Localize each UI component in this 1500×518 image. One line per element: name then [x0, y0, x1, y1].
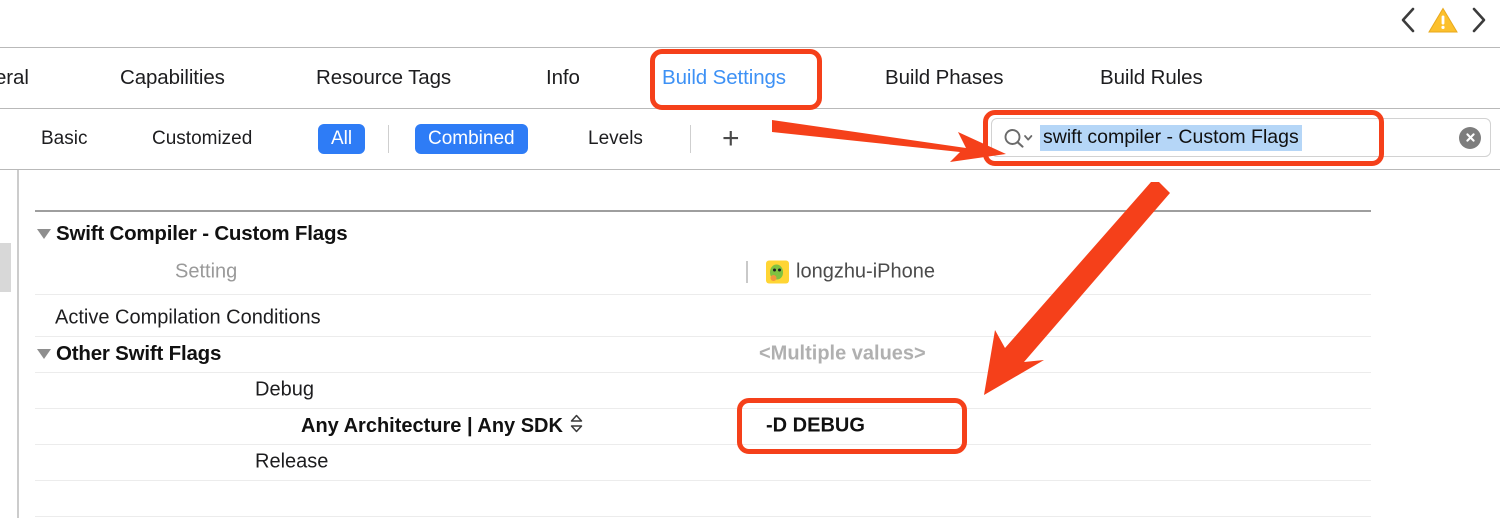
setting-name: Debug: [255, 378, 314, 401]
build-settings-table: Swift Compiler - Custom Flags Setting lo…: [19, 170, 1500, 518]
window-top-bar: [0, 0, 1500, 47]
column-header-setting: Setting: [175, 260, 238, 283]
architecture-sdk-label: Any Architecture | Any SDK: [301, 415, 563, 437]
setting-name: Other Swift Flags: [56, 342, 222, 365]
table-row[interactable]: Other Swift Flags <Multiple values>: [19, 336, 1500, 372]
filter-divider-2: [690, 125, 691, 153]
vertical-scrollbar-thumb[interactable]: [0, 243, 11, 292]
tab-info[interactable]: Info: [546, 66, 580, 90]
disclosure-triangle-icon[interactable]: [37, 349, 51, 359]
filter-basic[interactable]: Basic: [41, 128, 87, 150]
app-icon: [766, 260, 789, 284]
disclosure-triangle-icon[interactable]: [37, 229, 51, 239]
row-separator: [35, 480, 1371, 481]
setting-name: Release: [255, 450, 329, 473]
project-editor-tab-bar: eral Capabilities Resource Tags Info Bui…: [0, 47, 1500, 109]
filter-levels[interactable]: Levels: [588, 128, 643, 150]
row-separator: [35, 294, 1371, 295]
filter-combined[interactable]: Combined: [415, 124, 528, 154]
table-row[interactable]: Active Compilation Conditions: [19, 300, 1500, 336]
tab-general[interactable]: eral: [0, 66, 29, 90]
tab-build-settings[interactable]: Build Settings: [662, 66, 786, 90]
chevron-right-icon[interactable]: [1468, 3, 1490, 37]
table-top-rule: [35, 210, 1371, 212]
tab-capabilities[interactable]: Capabilities: [120, 66, 225, 90]
clear-search-icon[interactable]: [1459, 126, 1481, 149]
tab-build-rules[interactable]: Build Rules: [1100, 66, 1203, 90]
up-down-stepper-icon[interactable]: [570, 414, 583, 438]
xcode-build-settings-screen: eral Capabilities Resource Tags Info Bui…: [0, 0, 1500, 518]
setting-value[interactable]: <Multiple values>: [759, 343, 926, 366]
row-separator: [35, 516, 1371, 517]
build-settings-search-field[interactable]: swift compiler - Custom Flags: [991, 118, 1491, 157]
column-header-target: longzhu-iPhone: [796, 260, 935, 283]
table-column-header-row: Setting longzhu-iPhone: [19, 254, 1500, 290]
group-title: Swift Compiler - Custom Flags: [56, 222, 348, 245]
architecture-sdk-selector[interactable]: Any Architecture | Any SDK: [301, 414, 583, 438]
warning-triangle-icon[interactable]: [1428, 5, 1458, 35]
table-row-group-header[interactable]: Swift Compiler - Custom Flags: [19, 216, 1500, 252]
column-divider: [746, 261, 748, 283]
filter-all[interactable]: All: [318, 124, 366, 154]
filter-divider-1: [388, 125, 389, 153]
navigation-cluster: [1396, 3, 1490, 37]
setting-name: Active Compilation Conditions: [55, 306, 321, 329]
table-row[interactable]: Any Architecture | Any SDK -D DEBUG: [19, 408, 1500, 444]
chevron-left-icon[interactable]: [1396, 3, 1418, 37]
tab-build-phases[interactable]: Build Phases: [885, 66, 1004, 90]
table-row[interactable]: Release: [19, 444, 1500, 480]
add-user-defined-setting-button[interactable]: +: [722, 124, 740, 154]
search-input[interactable]: swift compiler - Custom Flags: [1040, 124, 1302, 151]
search-icon[interactable]: [1003, 128, 1033, 148]
table-row[interactable]: Debug: [19, 372, 1500, 408]
filter-customized[interactable]: Customized: [152, 128, 252, 150]
setting-value[interactable]: -D DEBUG: [766, 415, 865, 438]
tab-resource-tags[interactable]: Resource Tags: [316, 66, 451, 90]
